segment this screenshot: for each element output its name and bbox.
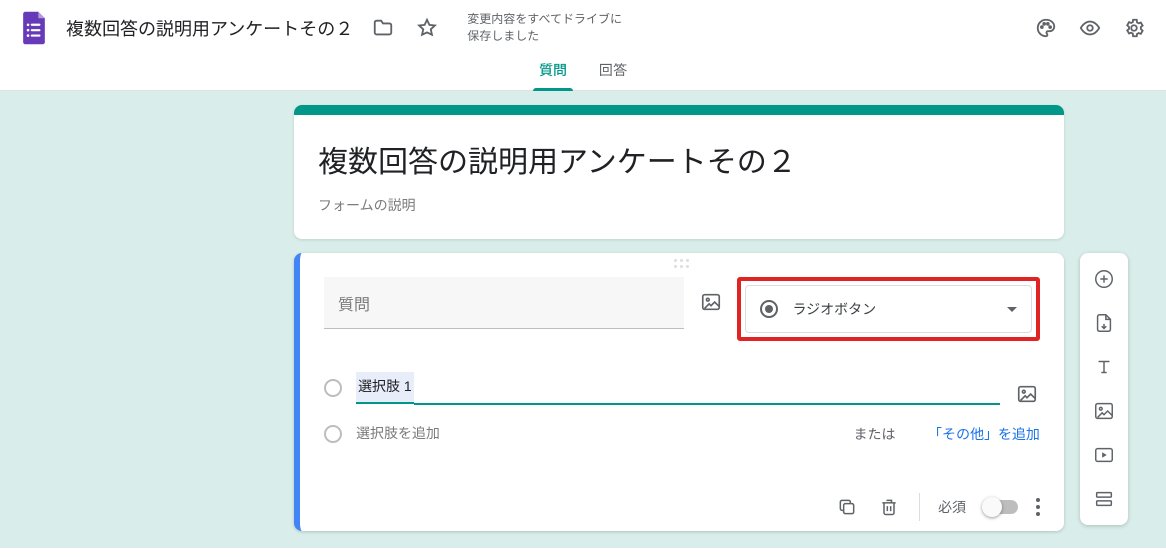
tab-questions[interactable]: 質問 bbox=[537, 54, 569, 90]
question-type-select[interactable]: ラジオボタン bbox=[745, 285, 1032, 333]
preview-icon[interactable] bbox=[1072, 10, 1108, 46]
document-title[interactable]: 複数回答の説明用アンケートその２ bbox=[62, 13, 357, 43]
question-card[interactable]: 質問 ラジオボタン 選択肢 1 bbox=[294, 253, 1064, 531]
form-title-card[interactable]: 複数回答の説明用アンケートその２ フォームの説明 bbox=[294, 105, 1064, 239]
folder-icon[interactable] bbox=[365, 10, 401, 46]
tab-responses[interactable]: 回答 bbox=[597, 54, 629, 90]
save-status-line1: 変更内容をすべてドライブに bbox=[467, 11, 622, 28]
add-video-icon[interactable] bbox=[1086, 437, 1122, 473]
add-question-icon[interactable] bbox=[1086, 261, 1122, 297]
add-title-icon[interactable] bbox=[1086, 349, 1122, 385]
required-label: 必須 bbox=[938, 497, 966, 517]
form-description[interactable]: フォームの説明 bbox=[318, 195, 1040, 215]
duplicate-icon[interactable] bbox=[835, 495, 859, 519]
add-option-row: 選択肢を追加 または 「その他」を追加 bbox=[324, 413, 1040, 455]
settings-gear-icon[interactable] bbox=[1116, 10, 1152, 46]
option-row: 選択肢 1 bbox=[324, 363, 1040, 413]
option-image-icon[interactable] bbox=[1014, 381, 1040, 407]
add-section-icon[interactable] bbox=[1086, 481, 1122, 517]
star-icon[interactable] bbox=[409, 10, 445, 46]
add-image-icon[interactable] bbox=[698, 289, 723, 315]
import-questions-icon[interactable] bbox=[1086, 305, 1122, 341]
forms-logo[interactable] bbox=[14, 8, 54, 48]
required-toggle[interactable] bbox=[984, 500, 1018, 514]
more-options-icon[interactable] bbox=[1036, 498, 1040, 516]
question-type-label: ラジオボタン bbox=[792, 299, 993, 319]
form-title[interactable]: 複数回答の説明用アンケートその２ bbox=[318, 137, 1040, 181]
question-title-input[interactable]: 質問 bbox=[324, 277, 684, 329]
add-other-button[interactable]: 「その他」を追加 bbox=[928, 424, 1040, 444]
or-label: または bbox=[854, 424, 896, 444]
radio-outline-icon bbox=[324, 425, 342, 443]
save-status: 変更内容をすべてドライブに 保存しました bbox=[467, 11, 622, 45]
add-option-input[interactable]: 選択肢を追加 bbox=[356, 419, 840, 449]
radio-outline-icon bbox=[324, 379, 342, 397]
radio-icon bbox=[760, 300, 778, 318]
drag-handle-icon[interactable] bbox=[674, 259, 690, 269]
divider bbox=[919, 493, 920, 521]
add-image-tool-icon[interactable] bbox=[1086, 393, 1122, 429]
type-selector-highlight: ラジオボタン bbox=[737, 277, 1040, 341]
palette-icon[interactable] bbox=[1028, 10, 1064, 46]
option-1-input[interactable]: 選択肢 1 bbox=[356, 372, 414, 404]
save-status-line2: 保存しました bbox=[467, 28, 622, 45]
delete-icon[interactable] bbox=[877, 495, 901, 519]
chevron-down-icon bbox=[1007, 307, 1017, 312]
side-toolbar bbox=[1080, 253, 1128, 525]
